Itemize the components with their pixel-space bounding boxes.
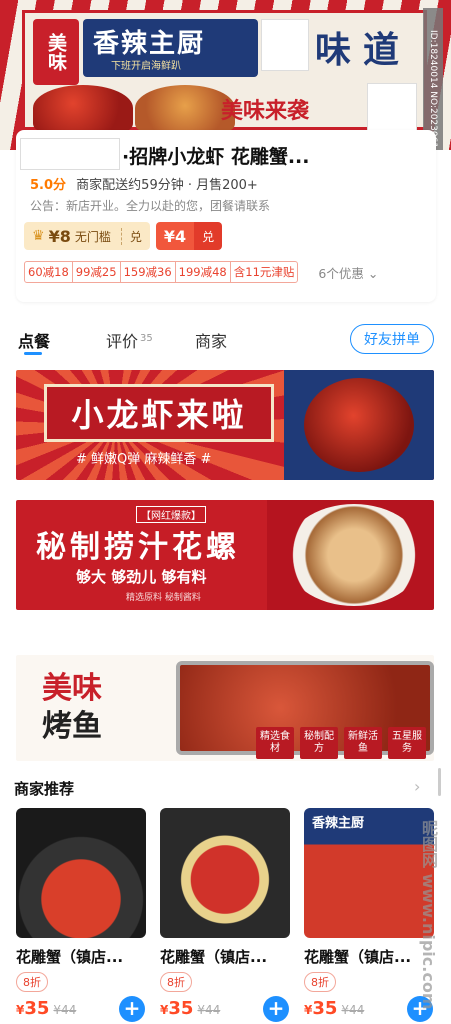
price-value: 35 [24,998,50,1019]
fish-chip: 精选食材 [256,727,294,759]
coupon-red-amount-box: ¥4 [155,222,195,250]
promo-more-link[interactable]: 6个优惠 ⌄ [318,263,378,282]
price-original: ¥44 [53,1003,77,1017]
snail-plate-image [284,504,424,606]
recommend-title: 商家推荐 [14,780,75,798]
shop-title[interactable]: ·招牌小龙虾 花雕蟹... [122,142,310,169]
discount-badge: 8折 [16,972,48,992]
product-image [160,808,290,938]
header-poster: 美味 香辣主厨 下班开启海鲜趴 味道 美味来袭 [22,10,427,131]
brand-tagline: 下班开启海鲜趴 [111,61,181,72]
banner-snail-title: 秘制捞汁花螺 [36,530,240,565]
tab-review-label: 评价 [106,332,139,351]
price-value: 35 [312,998,338,1019]
banner-crayfish[interactable]: 小龙虾来啦 # 鲜嫩Q弹 麻辣鲜香 # [16,370,434,480]
banner-crayfish-subtitle: # 鲜嫩Q弹 麻辣鲜香 # [76,452,212,467]
product-name: 花雕蟹（镇店... [304,948,412,966]
brand-taste: 味道 [315,29,412,71]
id-watermark: ID:18240014 NO:20230614110679150 [423,8,443,150]
promo-tags: 60减18 99减25 159减36 199减48 含11元津贴 [24,261,299,283]
fish-chip: 五星服务 [388,727,426,759]
shop-meta: 5.0分 商家配送约59分钟 · 月售200+ [30,174,258,193]
price-value: 35 [168,998,194,1019]
banner-fish-title-2: 烤鱼 [42,709,102,744]
price-current: ¥35 [304,998,337,1019]
price-row: ¥35 ¥44 [16,998,76,1019]
brand-badge: 美味 [33,19,79,85]
promo-tag: 99减25 [73,262,121,282]
price-row: ¥35 ¥44 [304,998,364,1019]
brand-name: 香辣主厨 [93,29,206,59]
scrollbar[interactable] [438,768,441,796]
crayfish-image [33,85,133,131]
product-name: 花雕蟹（镇店... [16,948,124,966]
tab-order[interactable]: 点餐 [18,328,50,352]
coupon-gold[interactable]: ♛ ¥8 无门槛 兑 [24,222,150,250]
banner-snail-subtitle2: 精选原料 秘制酱料 [126,593,201,603]
promo-tag: 含11元津贴 [233,265,295,279]
coupon-gold-amount: ¥8 [48,226,71,246]
site-watermark: 昵图网 www.nipic.com [419,820,438,1010]
rating: 5.0分 [30,178,67,193]
coupon-row: ♛ ¥8 无门槛 兑 ¥4 兑 [24,222,223,250]
store-header-banner: 美味 香辣主厨 下班开启海鲜趴 味道 美味来袭 ID:18240014 NO:2… [0,0,451,150]
product-image-brand: 香辣主厨 [312,816,365,831]
masked-logo [261,19,309,71]
chevron-right-icon[interactable]: › [414,777,420,796]
delivery-info: 商家配送约59分钟 · 月售200+ [76,178,258,193]
product-image [16,808,146,938]
crayfish-dish-image [304,378,414,472]
banner-fish-title-1: 美味 [42,671,102,706]
recommend-item[interactable]: 花雕蟹（镇店... 8折 ¥35 ¥44 + [16,808,148,1022]
coupon-red-amount: ¥4 [163,226,187,246]
promo-row: 60减18 99减25 159减36 199减48 含11元津贴 6个优惠 ⌄ [24,261,378,283]
banner-snail-subtitle: 够大 够劲儿 够有料 [76,568,207,586]
crown-icon: ♛ [32,228,45,244]
coupon-red-redeem[interactable]: 兑 [194,222,223,250]
review-count: 35 [140,332,153,344]
price-row: ¥35 ¥44 [160,998,220,1019]
shop-title-row: ·招牌小龙虾 花雕蟹... [16,138,310,172]
add-to-cart-button[interactable]: + [263,996,289,1022]
banner-grilled-fish[interactable]: 美味 烤鱼 精选食材 秘制配方 新鲜活鱼 五星服务 [16,655,434,761]
promo-tag: 60减18 [25,262,73,282]
banner-fish-title: 美味 烤鱼 [34,663,144,753]
product-image: 香辣主厨 [304,808,434,938]
friend-group-order-button[interactable]: 好友拼单 [350,324,434,354]
recommend-item[interactable]: 花雕蟹（镇店... 8折 ¥35 ¥44 + [160,808,292,1022]
fish-chip: 秘制配方 [300,727,338,759]
tab-merchant[interactable]: 商家 [195,328,227,352]
add-to-cart-button[interactable]: + [119,996,145,1022]
tab-bar: 点餐 评价 35 商家 好友拼单 [0,320,451,360]
coupon-gold-condition: 无门槛 [74,229,111,244]
price-current: ¥35 [160,998,193,1019]
banner-fish-chips: 精选食材 秘制配方 新鲜活鱼 五星服务 [256,727,426,759]
discount-badge: 8折 [160,972,192,992]
noodle-image [135,85,235,131]
coupon-gold-redeem[interactable]: 兑 [120,227,142,245]
price-original: ¥44 [341,1003,365,1017]
discount-badge: 8折 [304,972,336,992]
tab-active-indicator [24,352,42,355]
banner-snail-tag: 【网红爆款】 [136,506,206,523]
shop-notice[interactable]: 公告：新店开业。全力以赴的您，团餐请联系 [30,197,270,214]
promo-tag: 159减36 [121,262,176,282]
fish-chip: 新鲜活鱼 [344,727,382,759]
header-slogan: 美味来袭 [221,98,310,124]
banner-crayfish-title: 小龙虾来啦 [44,384,274,442]
brand-name-box: 香辣主厨 下班开启海鲜趴 [83,19,258,77]
tab-review[interactable]: 评价 35 [106,328,153,352]
coupon-red[interactable]: ¥4 兑 [155,222,223,250]
product-name: 花雕蟹（镇店... [160,948,268,966]
promo-tag: 199减48 [176,262,231,282]
price-original: ¥44 [197,1003,221,1017]
price-current: ¥35 [16,998,49,1019]
shop-info-card: ·招牌小龙虾 花雕蟹... 5.0分 商家配送约59分钟 · 月售200+ 公告… [16,130,436,302]
banner-snail[interactable]: 【网红爆款】 秘制捞汁花螺 够大 够劲儿 够有料 精选原料 秘制酱料 [16,500,434,610]
masked-qr [367,83,417,131]
